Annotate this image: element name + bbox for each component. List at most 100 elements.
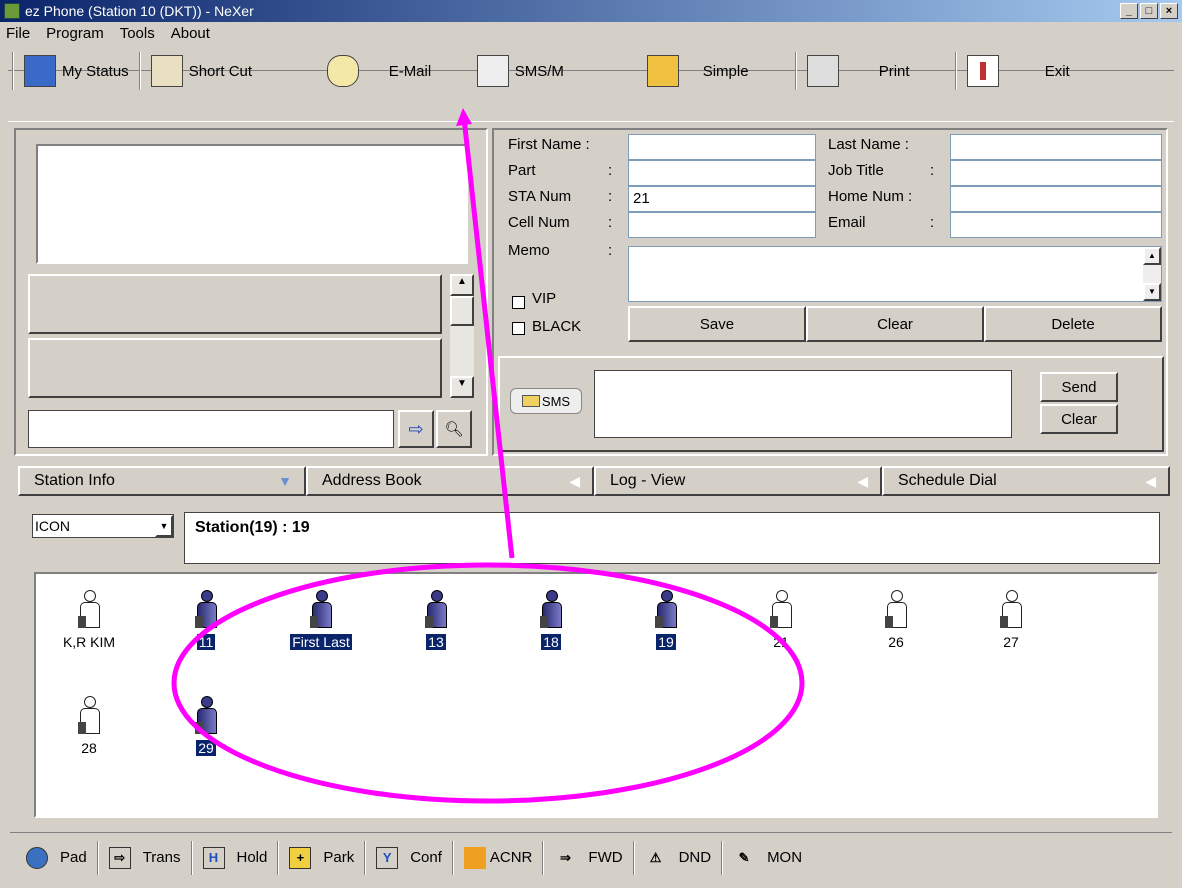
search-button[interactable]: 🔍︎ <box>436 410 472 448</box>
envelope-icon <box>326 55 359 87</box>
station-icon[interactable]: 13 <box>391 590 481 650</box>
dnd-button[interactable]: ⚠ DND <box>635 838 722 878</box>
memo-scrollbar[interactable]: ▲ ▼ <box>1143 247 1161 301</box>
station-label: 18 <box>541 634 561 650</box>
arrow-right-icon: ⇨ <box>408 418 424 439</box>
station-label: First Last <box>290 634 352 650</box>
dial-button[interactable]: ⇨ <box>398 410 434 448</box>
menu-file[interactable]: File <box>6 25 30 42</box>
menu-program[interactable]: Program <box>46 25 104 42</box>
part-colon: : <box>608 162 613 179</box>
simple-button[interactable]: Simple <box>641 49 791 93</box>
person-phone-icon <box>653 590 679 632</box>
fwd-button[interactable]: ⇒ FWD <box>544 838 632 878</box>
black-checkbox[interactable] <box>512 322 525 335</box>
sta-num-colon: : <box>608 188 613 205</box>
pad-button[interactable]: Pad <box>16 838 97 878</box>
cell-num-field[interactable] <box>628 212 816 238</box>
caller-display <box>36 144 468 264</box>
scroll-up-button[interactable]: ▲ <box>450 274 474 296</box>
minimize-button[interactable]: _ <box>1120 3 1138 19</box>
sms-clear-button[interactable]: Clear <box>1040 404 1118 434</box>
person-phone-icon <box>76 696 102 738</box>
station-icon[interactable]: 19 <box>621 590 711 650</box>
maximize-button[interactable]: □ <box>1140 3 1158 19</box>
sta-num-label: STA Num <box>508 188 572 205</box>
email-button[interactable]: E-Mail <box>321 49 471 93</box>
last-name-field[interactable] <box>950 134 1162 160</box>
print-button[interactable]: Print <box>801 49 951 93</box>
menu-about[interactable]: About <box>171 25 210 42</box>
window-title: ez Phone (Station 10 (DKT)) - NeXer <box>25 3 254 19</box>
first-name-field[interactable] <box>628 134 816 160</box>
person-phone-icon <box>76 590 102 632</box>
view-mode-select[interactable]: ICON ▼ <box>32 514 174 538</box>
call-display-panel: ▲ ▼ ⇨ 🔍︎ <box>14 128 488 456</box>
short-cut-button[interactable]: Short Cut <box>145 49 321 93</box>
person-phone-icon <box>883 590 909 632</box>
cell-num-colon: : <box>608 214 613 231</box>
sms-panel: SMS Send Clear <box>498 356 1164 452</box>
dial-input[interactable] <box>28 410 394 448</box>
email-field[interactable] <box>950 212 1162 238</box>
conference-icon: Y <box>376 846 399 869</box>
sms-m-button[interactable]: SMS/M <box>471 49 641 93</box>
part-field[interactable] <box>628 160 816 186</box>
mon-button[interactable]: ✎ MON <box>723 838 812 878</box>
station-icon[interactable]: 21 <box>736 590 826 650</box>
sms-badge: SMS <box>510 388 582 414</box>
memo-field[interactable]: ▲ ▼ <box>628 246 1162 302</box>
hold-button[interactable]: H Hold <box>193 838 278 878</box>
chevron-down-icon[interactable]: ▼ <box>155 515 173 537</box>
save-button[interactable]: Save <box>628 306 806 342</box>
station-icon[interactable]: 28 <box>44 696 134 756</box>
send-button[interactable]: Send <box>1040 372 1118 402</box>
station-icon[interactable]: First Last <box>276 590 366 650</box>
menu-tools[interactable]: Tools <box>120 25 155 42</box>
station-icon[interactable]: 29 <box>161 696 251 756</box>
station-icon[interactable]: 11 <box>161 590 251 650</box>
person-phone-icon <box>998 590 1024 632</box>
station-icon[interactable]: 26 <box>851 590 941 650</box>
monitor-call-icon: ✎ <box>738 849 750 865</box>
sta-num-field[interactable]: 21 <box>628 186 816 212</box>
park-button[interactable]: + Park <box>279 838 364 878</box>
station-label: 11 <box>196 634 216 650</box>
station-label: 28 <box>81 740 97 756</box>
close-button[interactable]: × <box>1160 3 1178 19</box>
vip-checkbox[interactable] <box>512 296 525 309</box>
station-label: 29 <box>196 740 216 756</box>
triangle-left-icon: ◀ <box>1145 472 1156 489</box>
station-summary-box: Station(19) : 19 <box>184 512 1160 564</box>
station-icon[interactable]: K,R KIM <box>44 590 134 650</box>
call-line-1[interactable] <box>28 274 442 334</box>
toolbar-separator <box>954 52 957 90</box>
scroll-down-button[interactable]: ▼ <box>450 376 474 398</box>
delete-button[interactable]: Delete <box>984 306 1162 342</box>
station-icon[interactable]: 27 <box>966 590 1056 650</box>
home-num-field[interactable] <box>950 186 1162 212</box>
acnr-button[interactable]: ACNR <box>454 838 543 878</box>
clear-contact-button[interactable]: Clear <box>806 306 984 342</box>
search-icon: 🔍︎ <box>444 421 464 438</box>
tab-station-info[interactable]: Station Info ▼ <box>18 466 306 496</box>
exit-button[interactable]: Exit <box>961 49 1101 93</box>
sms-message-input[interactable] <box>594 370 1012 438</box>
tab-schedule-dial[interactable]: Schedule Dial ◀ <box>882 466 1170 496</box>
station-label: 13 <box>426 634 446 650</box>
tab-log-view[interactable]: Log - View ◀ <box>594 466 882 496</box>
call-line-2[interactable] <box>28 338 442 398</box>
call-list-scrollbar[interactable]: ▲ ▼ <box>450 274 474 398</box>
my-status-button[interactable]: My Status <box>18 49 135 93</box>
conf-button[interactable]: Y Conf <box>366 838 452 878</box>
last-name-label: Last Name : <box>828 136 909 153</box>
scroll-thumb[interactable] <box>450 296 474 326</box>
memo-scroll-up[interactable]: ▲ <box>1143 247 1161 265</box>
exit-icon <box>966 55 999 87</box>
job-title-field[interactable] <box>950 160 1162 186</box>
memo-scroll-down[interactable]: ▼ <box>1143 283 1161 301</box>
trans-button[interactable]: ⇨ Trans <box>99 838 191 878</box>
tab-address-book[interactable]: Address Book ◀ <box>306 466 594 496</box>
vip-label: VIP <box>532 290 557 307</box>
station-icon[interactable]: 18 <box>506 590 596 650</box>
